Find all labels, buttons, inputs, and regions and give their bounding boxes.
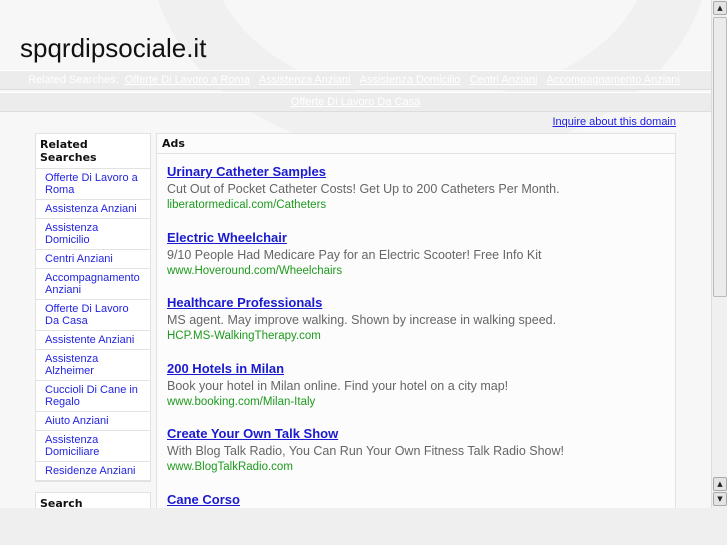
scroll-up-icon[interactable]: ▲ [713, 477, 727, 491]
search-box: Search [35, 492, 151, 508]
nav-link[interactable]: Offerte Di Lavoro Da Casa [291, 96, 420, 108]
vertical-scrollbar[interactable]: ▲ ▲ ▼ [711, 0, 727, 508]
sidebar-item[interactable]: Offerte Di Lavoro Da Casa [36, 300, 150, 331]
ads-heading: Ads [157, 134, 675, 154]
nav-link[interactable]: Accompagnamento Anziani [547, 74, 680, 86]
sidebar-item[interactable]: Assistenza Anziani [36, 200, 150, 219]
ad-url[interactable]: HCP.MS-WalkingTherapy.com [167, 329, 665, 344]
ad-item: Create Your Own Talk Show With Blog Talk … [157, 425, 675, 482]
ad-description: 9/10 People Had Medicare Pay for an Elec… [167, 247, 542, 262]
ad-description: Book your hotel in Milan online. Find yo… [167, 378, 509, 393]
ad-url[interactable]: www.booking.com/Milan-Italy [167, 395, 665, 410]
nav-link[interactable]: Offerte Di Lavoro a Roma [125, 74, 250, 86]
ad-title-link[interactable]: 200 Hotels in Milan [167, 360, 665, 378]
page-viewport: spqrdipsociale.it Related Searches: Offe… [0, 0, 711, 508]
sidebar-heading: Related Searches [36, 134, 150, 169]
ad-item: Electric Wheelchair 9/10 People Had Medic… [157, 229, 675, 286]
nav-label: Related Searches: [28, 74, 119, 86]
scrollbar-thumb[interactable] [713, 17, 727, 297]
nav-link[interactable]: Assistenza Domicilio [360, 74, 461, 86]
site-title: spqrdipsociale.it [20, 33, 207, 63]
ad-item: 200 Hotels in Milan Book your hotel in Mi… [157, 360, 675, 417]
scroll-up-icon[interactable]: ▲ [713, 1, 727, 15]
sidebar-item[interactable]: Cuccioli Di Cane in Regalo [36, 381, 150, 412]
ad-description: With Blog Talk Radio, You Can Run Your O… [167, 444, 564, 458]
scroll-down-icon[interactable]: ▼ [713, 492, 727, 506]
inquire-domain-link[interactable]: Inquire about this domain [552, 116, 676, 128]
ad-title-link[interactable]: Create Your Own Talk Show [167, 425, 665, 443]
ad-title-link[interactable]: Urinary Catheter Samples [167, 163, 665, 181]
sidebar-item[interactable]: Assistenza Domicilio [36, 219, 150, 250]
sidebar: Related Searches Offerte Di Lavoro a Rom… [35, 133, 151, 508]
ad-item: Cane Corso [157, 491, 675, 509]
ad-item: Urinary Catheter Samples Cut Out of Pocke… [157, 163, 675, 220]
sidebar-item[interactable]: Residenze Anziani [36, 462, 150, 481]
sidebar-item[interactable]: Offerte Di Lavoro a Roma [36, 169, 150, 200]
ad-description: MS agent. May improve walking. Shown by … [167, 313, 557, 327]
related-searches-bar: Related Searches: Offerte Di Lavoro a Ro… [0, 70, 711, 90]
ad-title-link[interactable]: Cane Corso [167, 491, 665, 509]
nav-link[interactable]: Centri Anziani [470, 74, 538, 86]
sidebar-item[interactable]: Accompagnamento Anziani [36, 269, 150, 300]
related-searches-box: Related Searches Offerte Di Lavoro a Rom… [35, 133, 151, 482]
ad-title-link[interactable]: Healthcare Professionals [167, 294, 665, 312]
ad-url[interactable]: liberatormedical.com/Catheters [167, 198, 665, 213]
ad-url[interactable]: www.Hoveround.com/Wheelchairs [167, 264, 665, 279]
ad-item: Healthcare Professionals MS agent. May im… [157, 294, 675, 351]
search-heading: Search [36, 493, 150, 508]
ad-url[interactable]: www.BlogTalkRadio.com [167, 460, 665, 475]
ad-description: Cut Out of Pocket Catheter Costs! Get Up… [167, 182, 560, 196]
sidebar-item[interactable]: Assistente Anziani [36, 331, 150, 350]
sidebar-item[interactable]: Assistenza Domiciliare [36, 431, 150, 462]
sidebar-item[interactable]: Aiuto Anziani [36, 412, 150, 431]
ad-title-link[interactable]: Electric Wheelchair [167, 229, 665, 247]
related-searches-bar-row2: Offerte Di Lavoro Da Casa [0, 92, 711, 112]
ads-panel: Ads Urinary Catheter Samples Cut Out of P… [156, 133, 676, 508]
sidebar-item[interactable]: Assistenza Alzheimer [36, 350, 150, 381]
sidebar-item[interactable]: Centri Anziani [36, 250, 150, 269]
nav-link[interactable]: Assistenza Anziani [259, 74, 351, 86]
